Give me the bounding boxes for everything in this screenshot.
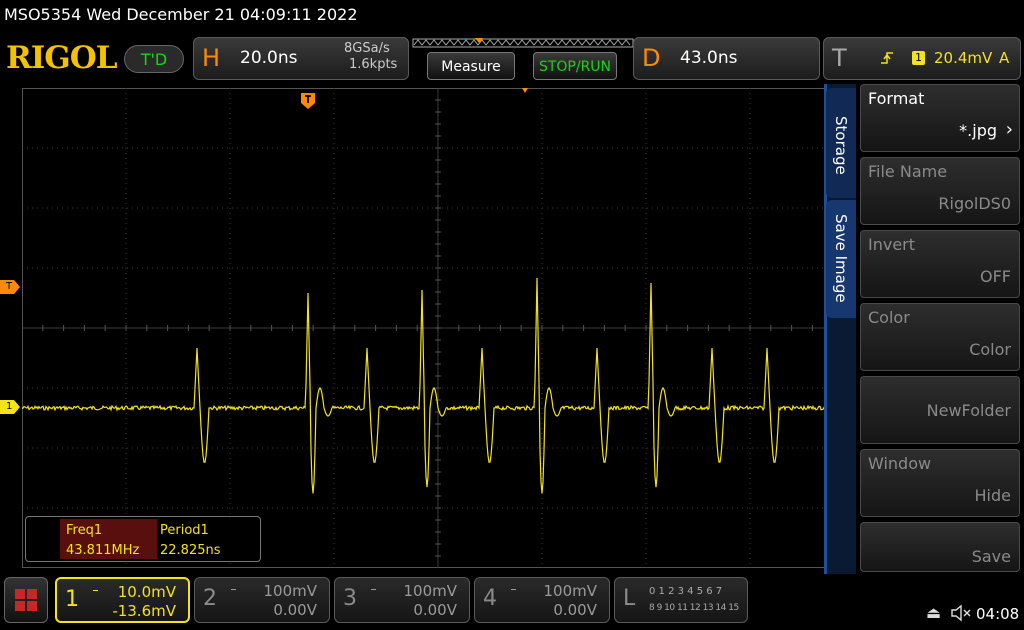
channel2-scale: 100mV — [263, 582, 317, 600]
freq-label: Freq1 — [66, 523, 103, 538]
channel3-scale: 100mV — [403, 582, 457, 600]
logic-panel[interactable]: L 0 1 2 3 4 5 6 7 8 9 10 11 12 13 14 15 — [614, 577, 748, 623]
measure-button[interactable]: Measure — [427, 52, 515, 80]
dc-coupling-icon: ⎯ — [511, 584, 516, 595]
menu-color-value: Color — [969, 340, 1011, 359]
center-marker-icon — [522, 88, 528, 93]
waveform-display[interactable] — [22, 88, 854, 568]
usb-icon: ⏏ — [926, 603, 942, 622]
channel1-offset: -13.6mV — [112, 602, 176, 620]
menu-save-value: Save — [971, 547, 1011, 566]
channel1-number: 1 — [65, 587, 79, 612]
freq-value: 43.811MHz — [66, 543, 140, 558]
tab-save-image-label: Save Image — [832, 214, 850, 303]
menu-file-name-label: File Name — [868, 162, 948, 181]
delay-panel[interactable]: D 43.0ns — [633, 37, 820, 80]
menu-color-label: Color — [868, 308, 910, 327]
menu-invert[interactable]: Invert OFF — [860, 230, 1020, 298]
channel2-offset: 0.00V — [273, 601, 317, 619]
chevron-right-icon: › — [1005, 119, 1013, 140]
delay-letter: D — [642, 44, 661, 72]
trigger-level-marker[interactable]: T — [0, 280, 20, 294]
menu-invert-label: Invert — [868, 235, 916, 254]
menu-color[interactable]: Color Color — [860, 303, 1020, 371]
channel1-panel[interactable]: 1 ⎯ 10.0mV -13.6mV — [55, 577, 190, 623]
main-menu-button[interactable] — [4, 577, 48, 623]
menu-format[interactable]: Format *.jpg › — [860, 84, 1020, 152]
channel2-panel[interactable]: 2 ⎯ 100mV 0.00V — [194, 577, 330, 623]
trigger-level: 20.4mV — [934, 49, 993, 67]
measurement-panel[interactable]: Freq1 43.811MHz Period1 22.825ns — [25, 516, 261, 562]
menu-window-value: Hide — [974, 486, 1011, 505]
dc-coupling-icon: ⎯ — [93, 585, 98, 596]
memory-position-bar — [412, 38, 634, 48]
menu-file-name[interactable]: File Name RigolDS0 — [860, 157, 1020, 225]
rigol-logo: RIGOL — [6, 40, 118, 76]
channel4-panel[interactable]: 4 ⎯ 100mV 0.00V — [474, 577, 610, 623]
menu-file-name-value: RigolDS0 — [938, 194, 1011, 213]
channel3-number: 3 — [343, 586, 357, 611]
channel3-panel[interactable]: 3 ⎯ 100mV 0.00V — [334, 577, 470, 623]
menu-new-folder-value: NewFolder — [926, 401, 1011, 420]
trigger-letter: T — [832, 44, 847, 72]
menu-format-label: Format — [868, 89, 925, 108]
menu-window[interactable]: Window Hide — [860, 449, 1020, 517]
channel4-scale: 100mV — [543, 582, 597, 600]
menu-save[interactable]: Save — [860, 522, 1020, 572]
grid-menu-icon — [15, 589, 37, 611]
tab-save-image[interactable]: Save Image — [826, 200, 856, 318]
tab-storage-label: Storage — [832, 116, 850, 175]
tab-storage[interactable]: Storage — [826, 88, 856, 198]
channel4-number: 4 — [483, 586, 497, 611]
dc-coupling-icon: ⎯ — [231, 584, 236, 595]
stop-run-button[interactable]: STOP/RUN — [533, 52, 617, 80]
channel3-offset: 0.00V — [413, 601, 457, 619]
period-value: 22.825ns — [160, 543, 221, 558]
timebase-value: 20.0ns — [240, 48, 298, 68]
dc-coupling-icon: ⎯ — [371, 584, 376, 595]
trigger-source-badge: 1 — [912, 51, 925, 65]
trigger-position-icon[interactable] — [301, 93, 315, 109]
horizontal-panel[interactable]: H 20.0ns 8GSa/s 1.6kpts — [193, 37, 409, 80]
menu-invert-value: OFF — [980, 267, 1011, 286]
logic-letter: L — [623, 586, 636, 611]
clock-time: 04:08 — [976, 605, 1020, 623]
measure-button-label: Measure — [441, 59, 501, 75]
trigger-panel[interactable]: T 1 20.4mV A — [823, 37, 1021, 80]
horizontal-letter: H — [202, 44, 221, 72]
stop-run-label: STOP/RUN — [538, 59, 612, 75]
channel4-offset: 0.00V — [553, 601, 597, 619]
channel2-number: 2 — [203, 586, 217, 611]
menu-window-label: Window — [868, 454, 932, 473]
trigger-mode: A — [999, 49, 1010, 67]
sample-rate: 8GSa/s — [344, 41, 390, 56]
menu-format-value: *.jpg — [959, 121, 997, 140]
logic-bits-row1: 0 1 2 3 4 5 6 7 — [649, 586, 723, 597]
speaker-muted-icon[interactable] — [950, 604, 972, 622]
logic-bits-row2: 8 9 10 11 12 13 14 15 — [649, 603, 739, 613]
channel1-ground-marker[interactable]: 1 — [0, 400, 20, 414]
trigger-status-badge: T'D — [124, 45, 184, 73]
memory-depth: 1.6kpts — [349, 57, 398, 72]
window-title: MSO5354 Wed December 21 04:09:11 2022 — [4, 5, 358, 24]
rising-edge-icon — [881, 52, 893, 64]
graticule — [22, 88, 854, 568]
channel1-scale: 10.0mV — [117, 583, 176, 601]
period-label: Period1 — [160, 523, 209, 538]
menu-new-folder[interactable]: NewFolder — [860, 376, 1020, 444]
delay-value: 43.0ns — [680, 48, 738, 68]
